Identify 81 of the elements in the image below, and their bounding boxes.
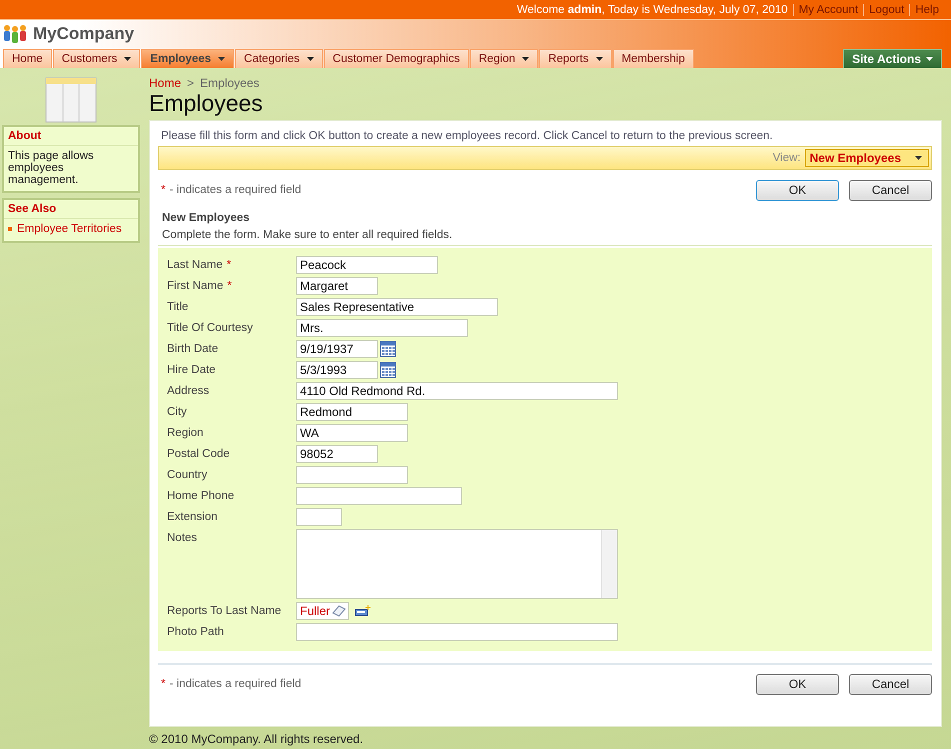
- field-label: First Name: [167, 280, 224, 292]
- field-label: Address: [167, 385, 210, 397]
- sidebar-link[interactable]: Employee Territories: [17, 223, 122, 235]
- new-record-icon[interactable]: [355, 605, 372, 617]
- breadcrumb-current: Employees: [200, 76, 260, 90]
- menu-tab[interactable]: Membership: [612, 49, 694, 68]
- required-note: - indicates a required field: [169, 184, 302, 196]
- text-field[interactable]: [296, 623, 618, 641]
- field-label: City: [167, 406, 187, 418]
- field-label: Region: [167, 427, 204, 439]
- date-field[interactable]: 9/19/1937: [296, 340, 378, 358]
- required-mark: *: [227, 280, 232, 292]
- menu-tab[interactable]: Customers: [52, 49, 140, 68]
- text-field[interactable]: [296, 487, 462, 505]
- sidebar-title: See Also: [4, 200, 138, 219]
- notes-field[interactable]: [296, 529, 618, 599]
- menu-tab[interactable]: Employees: [141, 49, 234, 68]
- text-field[interactable]: 98052: [296, 445, 378, 463]
- text-field[interactable]: [296, 466, 408, 484]
- link-divider: [909, 4, 910, 16]
- text-field[interactable]: Peacock: [296, 256, 438, 274]
- text-field[interactable]: [296, 508, 342, 526]
- sidebar-text: This page allows employees management.: [7, 149, 95, 188]
- scrollbar[interactable]: [601, 530, 617, 598]
- field-label: Extension: [167, 511, 218, 523]
- logo-text: MyCompany: [33, 24, 134, 44]
- menu-tab[interactable]: Categories: [235, 49, 323, 68]
- menu-tab[interactable]: Reports: [539, 49, 612, 68]
- required-mark: *: [161, 678, 166, 690]
- field-label: Hire Date: [167, 364, 216, 376]
- required-mark: *: [161, 184, 166, 196]
- breadcrumb-separator: >: [187, 76, 194, 90]
- text-field[interactable]: WA: [296, 424, 408, 442]
- sidebar-title: About: [4, 127, 138, 146]
- field-label: Title Of Courtesy: [167, 322, 253, 334]
- field-label: Title: [167, 301, 188, 313]
- calendar-icon[interactable]: [380, 362, 396, 378]
- caret-icon: [915, 156, 922, 160]
- people-logo-icon: [3, 24, 27, 44]
- lookup-value: Fuller: [300, 604, 330, 618]
- text-field[interactable]: Mrs.: [296, 319, 468, 337]
- field-label: Notes: [167, 532, 198, 544]
- instructions-text: Please fill this form and click OK button to create a new employees record. Click Cancel to return to the previous screen.: [160, 130, 774, 144]
- field-label: Reports To Last Name: [167, 605, 282, 617]
- calendar-icon[interactable]: [380, 341, 396, 357]
- eraser-icon[interactable]: [332, 605, 346, 617]
- bullet-icon: [8, 227, 12, 231]
- text-field[interactable]: Margaret: [296, 277, 378, 295]
- required-note: - indicates a required field: [169, 678, 302, 690]
- text-field[interactable]: Sales Representative: [296, 298, 498, 316]
- form-description: Complete the form. Make sure to enter all required fields.: [158, 229, 932, 246]
- form-button[interactable]: OK: [756, 674, 839, 694]
- form-button[interactable]: Cancel: [849, 674, 932, 694]
- welcome-text: Welcome admin, Today is Wednesday, July 07, 2010: [516, 4, 788, 16]
- form-title: New Employees: [161, 212, 251, 224]
- menu-tab[interactable]: Customer Demographics: [324, 49, 469, 68]
- caret-icon: [926, 57, 933, 61]
- link-divider: [863, 4, 864, 16]
- site-actions-button[interactable]: Site Actions: [843, 49, 942, 68]
- form-button[interactable]: OK: [756, 180, 839, 200]
- page-icon: [45, 77, 97, 123]
- page-title: Employees: [149, 90, 264, 118]
- view-dropdown[interactable]: New Employees: [804, 149, 929, 167]
- text-field[interactable]: Redmond: [296, 403, 408, 421]
- breadcrumb-link[interactable]: Home: [149, 76, 182, 90]
- link-divider: [792, 4, 794, 16]
- required-mark: *: [226, 259, 232, 271]
- footer-text: © 2010 MyCompany. All rights reserved.: [149, 732, 364, 746]
- field-label: Photo Path: [167, 626, 224, 638]
- text-field[interactable]: 4110 Old Redmond Rd.: [296, 382, 618, 400]
- menu-tab[interactable]: Region: [470, 49, 538, 68]
- form-button[interactable]: Cancel: [849, 180, 932, 200]
- menu-tab[interactable]: Home: [3, 49, 52, 68]
- view-label: View:: [772, 152, 801, 164]
- lookup-field[interactable]: Fuller: [296, 602, 350, 620]
- field-label: Postal Code: [167, 448, 230, 460]
- field-label: Birth Date: [167, 343, 218, 355]
- field-label: Last Name: [167, 259, 223, 271]
- date-field[interactable]: 5/3/1993: [296, 361, 378, 379]
- field-label: Country: [167, 469, 208, 481]
- field-label: Home Phone: [167, 490, 234, 502]
